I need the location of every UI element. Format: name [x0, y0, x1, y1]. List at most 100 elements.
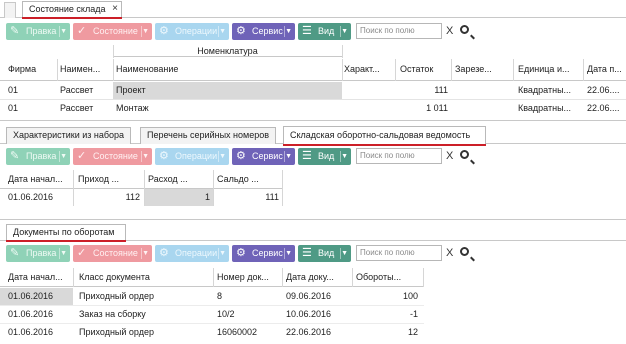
rights-button-label: Правка	[26, 26, 57, 36]
service-button[interactable]: ⚙ Сервис ▼	[232, 245, 295, 262]
check-circle-icon: ✓	[77, 25, 87, 37]
search-icon[interactable]	[460, 247, 469, 256]
view-button[interactable]: ☰ Вид ▼	[298, 245, 351, 262]
column-header-balance[interactable]: Сальдо ...	[217, 171, 281, 188]
tab-characteristics-label: Характеристики из набора	[13, 130, 125, 140]
clear-search-button[interactable]: X	[446, 245, 453, 261]
state-button[interactable]: ✓ Состояние ▼	[73, 23, 152, 40]
operations-button[interactable]: ⚙ Операции ▼	[155, 245, 229, 262]
grid-divider	[73, 268, 74, 287]
clear-search-button[interactable]: X	[446, 23, 453, 39]
state-button[interactable]: ✓ Состояние ▼	[73, 245, 152, 262]
search-input[interactable]: Поиск по полю	[356, 23, 442, 39]
state-button[interactable]: ✓ Состояние ▼	[73, 148, 152, 165]
chevron-down-icon: ▼	[142, 28, 149, 35]
cell-unit: Квадратны...	[518, 85, 572, 95]
grid-stock-header: Номенклатура Фирма Наимен... Наименовани…	[0, 45, 626, 81]
column-header-unit[interactable]: Единица и...	[518, 61, 580, 78]
tab-warehouse-state-label: Состояние склада	[29, 4, 106, 14]
cell-document-number: 8	[217, 291, 223, 301]
operations-button[interactable]: ⚙ Операции ▼	[155, 23, 229, 40]
search-input-placeholder: Поиск по полю	[360, 151, 415, 160]
operations-button-label: Операции	[175, 151, 218, 161]
rights-button[interactable]: ✎ Правка ▼	[6, 148, 70, 165]
state-button-label: Состояние	[93, 26, 138, 36]
tab-documents-turnover[interactable]: Документы по оборотам	[6, 224, 126, 241]
column-header-name-short[interactable]: Наимен...	[60, 61, 112, 78]
search-input[interactable]: Поиск по полю	[356, 245, 442, 261]
column-header-document-number[interactable]: Номер док...	[217, 269, 281, 286]
search-icon[interactable]	[460, 25, 469, 34]
search-input-placeholder: Поиск по полю	[360, 26, 415, 35]
group-header-nomenclature: Номенклатура	[113, 45, 342, 57]
tab-documents-turnover-label: Документы по оборотам	[13, 227, 115, 237]
service-button[interactable]: ⚙ Сервис ▼	[232, 148, 295, 165]
header-row: Фирма Наимен... Наименование Характ... О…	[0, 59, 626, 81]
edit-icon: ✎	[10, 25, 20, 37]
close-icon[interactable]: ×	[112, 1, 118, 16]
cell-document-class: Приходный ордер	[79, 327, 154, 337]
state-button-label: Состояние	[93, 248, 138, 258]
column-header-characteristic[interactable]: Характ...	[344, 61, 384, 78]
gear-icon: ⚙	[236, 25, 246, 37]
tab-serial-numbers-label: Перечень серийных номеров	[147, 130, 270, 140]
list-icon: ☰	[302, 247, 312, 259]
search-icon[interactable]	[460, 150, 469, 159]
column-header-name[interactable]: Наименование	[116, 61, 340, 78]
chevron-down-icon: ▼	[60, 153, 67, 160]
chevron-down-icon: ▼	[142, 250, 149, 257]
column-header-turnover[interactable]: Обороты...	[356, 269, 420, 286]
tab-warehouse-state[interactable]: Состояние склада ×	[22, 1, 122, 18]
column-header-document-class[interactable]: Класс документа	[79, 269, 211, 286]
section-divider	[0, 120, 626, 121]
grid-divider	[423, 268, 424, 287]
table-row[interactable]: 01.06.2016 Приходный ордер 16060002 22.0…	[0, 324, 424, 342]
service-button[interactable]: ⚙ Сервис ▼	[232, 23, 295, 40]
column-header-firm[interactable]: Фирма	[8, 61, 56, 78]
chevron-down-icon: ▼	[341, 250, 348, 257]
grid-divider	[213, 170, 214, 189]
view-button-label: Вид	[318, 248, 335, 258]
column-header-reserved[interactable]: Зарезе...	[455, 61, 505, 78]
column-header-balance[interactable]: Остаток	[400, 61, 436, 78]
grid-divider	[342, 59, 343, 81]
cell-period-start: 01.06.2016	[8, 192, 54, 202]
grid-divider	[395, 59, 396, 81]
grid-divider	[352, 268, 353, 287]
table-row[interactable]: 01 Рассвет Монтаж 1 011 Квадратны... 22.…	[0, 100, 626, 118]
column-header-period-start[interactable]: Дата начал...	[8, 269, 72, 286]
search-input-placeholder: Поиск по полю	[360, 248, 415, 257]
table-row[interactable]: 01.06.2016 Приходный ордер 8 09.06.2016 …	[0, 288, 424, 306]
table-row[interactable]: 01.06.2016 112 1 111	[0, 189, 283, 206]
table-row[interactable]: 01 Рассвет Проект 111 Квадратны... 22.06…	[0, 82, 626, 100]
cell-turnover: 12	[407, 327, 418, 337]
column-header-period-start[interactable]: Дата начал...	[8, 171, 72, 188]
column-header-date[interactable]: Дата п...	[587, 61, 626, 78]
header-row: Дата начал... Приход ... Расход ... Саль…	[0, 170, 283, 189]
table-row[interactable]: 01.06.2016 Заказ на сборку 10/2 10.06.20…	[0, 306, 424, 324]
column-header-document-date[interactable]: Дата доку...	[286, 269, 350, 286]
clear-search-button[interactable]: X	[446, 148, 453, 164]
view-button[interactable]: ☰ Вид ▼	[298, 23, 351, 40]
rights-button[interactable]: ✎ Правка ▼	[6, 245, 70, 262]
rights-button[interactable]: ✎ Правка ▼	[6, 23, 70, 40]
view-button-label: Вид	[318, 151, 335, 161]
operations-button[interactable]: ⚙ Операции ▼	[155, 148, 229, 165]
grid-divider	[73, 170, 74, 189]
operations-button-label: Операции	[175, 26, 218, 36]
chevron-down-icon: ▼	[142, 153, 149, 160]
tab-serial-numbers[interactable]: Перечень серийных номеров	[140, 127, 277, 144]
rights-button-label: Правка	[26, 151, 57, 161]
column-header-expense[interactable]: Расход ...	[148, 171, 210, 188]
tab-turnover-statement-label: Складская оборотно-сальдовая ведомость	[290, 130, 471, 140]
tab-characteristics[interactable]: Характеристики из набора	[6, 127, 132, 144]
column-header-income[interactable]: Приход ...	[78, 171, 142, 188]
gear-icon: ⚙	[159, 25, 169, 37]
cell-document-date: 22.06.2016	[286, 327, 332, 337]
tab-left-stub	[4, 2, 16, 18]
cell-turnover: -1	[409, 309, 418, 319]
view-button[interactable]: ☰ Вид ▼	[298, 148, 351, 165]
tab-turnover-statement[interactable]: Складская оборотно-сальдовая ведомость	[283, 126, 486, 144]
search-input[interactable]: Поиск по полю	[356, 148, 442, 164]
cell-turnover: 100	[402, 291, 418, 301]
